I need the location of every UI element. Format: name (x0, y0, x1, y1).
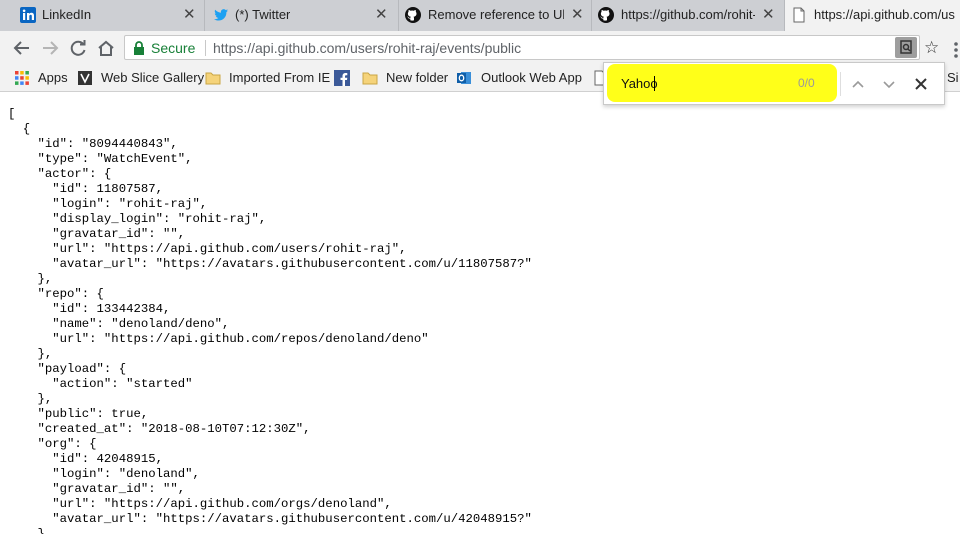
tab-api-github[interactable]: https://api.github.com/us (785, 0, 960, 31)
secure-label: Secure (151, 40, 196, 56)
tab-twitter[interactable]: (*) Twitter ✕ (205, 0, 399, 31)
find-input[interactable]: Yahoo (621, 76, 658, 91)
twitter-icon (213, 7, 229, 23)
find-previous-icon[interactable] (848, 74, 868, 94)
menu-icon[interactable] (948, 40, 960, 60)
tab-title: https://api.github.com/us (814, 7, 955, 22)
url-scheme-host: https://api.github.com (213, 40, 347, 56)
page-icon (791, 7, 807, 23)
tab-strip: LinkedIn ✕ (*) Twitter ✕ Remove referenc… (0, 0, 960, 31)
page-content: [ { "id": "8094440843", "type": "WatchEv… (0, 92, 960, 534)
url-text[interactable]: https://api.github.com/users/rohit-raj/e… (213, 40, 521, 56)
bookmark-label: Si (947, 70, 959, 85)
tab-title: Remove reference to Ubu (428, 7, 564, 22)
tab-close-icon[interactable]: ✕ (183, 6, 196, 24)
tab-github-profile[interactable]: https://github.com/rohit- ✕ (592, 0, 785, 31)
home-icon[interactable] (96, 38, 116, 58)
bookmark-label: Imported From IE (229, 70, 331, 85)
tab-title: https://github.com/rohit- (621, 7, 755, 22)
back-arrow-icon[interactable] (12, 38, 32, 58)
folder-icon (362, 70, 378, 86)
bookmark-label: New folder (386, 70, 449, 85)
tab-github-pr[interactable]: Remove reference to Ubu ✕ (399, 0, 592, 31)
bookmark-label: Outlook Web App (481, 70, 582, 85)
bookmark-label: Apps (38, 70, 68, 85)
tab-close-icon[interactable]: ✕ (375, 6, 388, 24)
apps-grid-icon (14, 70, 30, 86)
reload-icon[interactable] (68, 38, 88, 58)
find-match-count: 0/0 (798, 76, 815, 90)
find-bar: Yahoo 0/0 (603, 62, 945, 105)
find-in-page-icon[interactable] (895, 37, 917, 58)
find-close-icon[interactable] (911, 74, 931, 94)
tab-close-icon[interactable]: ✕ (762, 6, 775, 24)
bookmark-label: Web Slice Gallery (101, 70, 205, 85)
tab-title: LinkedIn (42, 7, 92, 22)
bookmark-star-icon[interactable]: ☆ (924, 38, 939, 58)
address-bar[interactable]: Secure https://api.github.com/users/rohi… (124, 35, 920, 60)
json-response: [ { "id": "8094440843", "type": "WatchEv… (8, 107, 532, 534)
divider (840, 72, 841, 96)
github-icon (405, 7, 421, 23)
github-icon (598, 7, 614, 23)
url-path: /users/rohit-raj/events/public (346, 40, 522, 56)
text-cursor (654, 76, 655, 91)
folder-icon (205, 70, 221, 86)
linkedin-icon (20, 7, 36, 23)
web-slice-icon (77, 70, 93, 86)
divider (205, 40, 206, 56)
tab-linkedin[interactable]: LinkedIn ✕ (0, 0, 205, 31)
lock-icon (133, 41, 145, 60)
facebook-icon (334, 70, 350, 86)
find-next-icon[interactable] (879, 74, 899, 94)
outlook-icon (456, 70, 472, 86)
forward-arrow-icon[interactable] (40, 38, 60, 58)
tab-title: (*) Twitter (235, 7, 291, 22)
tab-close-icon[interactable]: ✕ (571, 6, 584, 24)
